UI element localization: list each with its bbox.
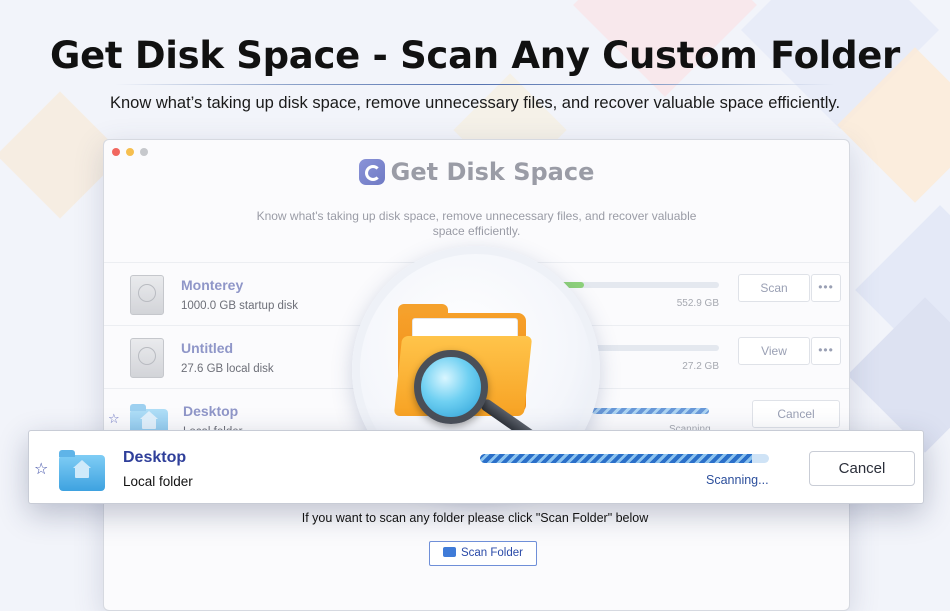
disk-name: Monterey — [181, 277, 244, 293]
disk-description: 27.6 GB local disk — [181, 363, 274, 375]
scan-folder-button[interactable]: Scan Folder — [429, 541, 537, 566]
view-button[interactable]: View — [738, 337, 810, 365]
minimize-window-button[interactable] — [126, 148, 134, 156]
more-options-button[interactable]: ••• — [811, 337, 841, 365]
disk-name: Untitled — [181, 340, 234, 356]
cancel-button[interactable]: Cancel — [809, 451, 915, 486]
disk-description: 1000.0 GB startup disk — [181, 300, 298, 312]
folder-name: Desktop — [183, 403, 239, 419]
disk-usage-bar — [554, 282, 719, 288]
folder-description: Local folder — [123, 474, 193, 489]
app-subtitle: Know what's taking up disk space, remove… — [256, 209, 697, 238]
app-title-text: Get Disk Space — [390, 158, 595, 186]
headline-divider — [115, 84, 835, 85]
favorite-star-icon[interactable]: ☆ — [34, 459, 48, 479]
folder-icon — [442, 547, 456, 557]
page-subheadline: Know what’s taking up disk space, remove… — [109, 94, 841, 112]
favorite-star-icon[interactable]: ☆ — [108, 411, 120, 427]
zoom-window-button[interactable] — [140, 148, 148, 156]
scan-status: Scanning... — [706, 473, 769, 487]
folder-name: Desktop — [123, 449, 187, 466]
scan-folder-hint: If you want to scan any folder please cl… — [301, 511, 649, 525]
home-folder-icon — [59, 450, 105, 491]
close-window-button[interactable] — [112, 148, 120, 156]
hard-disk-icon — [130, 275, 164, 315]
scan-progress-bar — [480, 454, 769, 463]
app-title: Get Disk Space — [104, 158, 849, 186]
scan-progress-bar — [592, 408, 709, 414]
page-headline: Get Disk Space - Scan Any Custom Folder — [50, 34, 900, 77]
more-options-button[interactable]: ••• — [811, 274, 841, 302]
hard-disk-icon — [130, 338, 164, 378]
scan-progress-fill — [480, 454, 752, 463]
cancel-button[interactable]: Cancel — [752, 400, 840, 428]
disk-size: 27.2 GB — [682, 361, 719, 372]
scan-folder-label: Scan Folder — [460, 547, 523, 559]
scanning-row-callout[interactable]: ☆ Desktop Local folder Scanning... Cance… — [28, 430, 924, 504]
app-logo-icon — [358, 159, 385, 185]
disk-size: 552.9 GB — [676, 298, 719, 309]
scan-button[interactable]: Scan — [738, 274, 810, 302]
magnifier-icon — [414, 350, 488, 424]
